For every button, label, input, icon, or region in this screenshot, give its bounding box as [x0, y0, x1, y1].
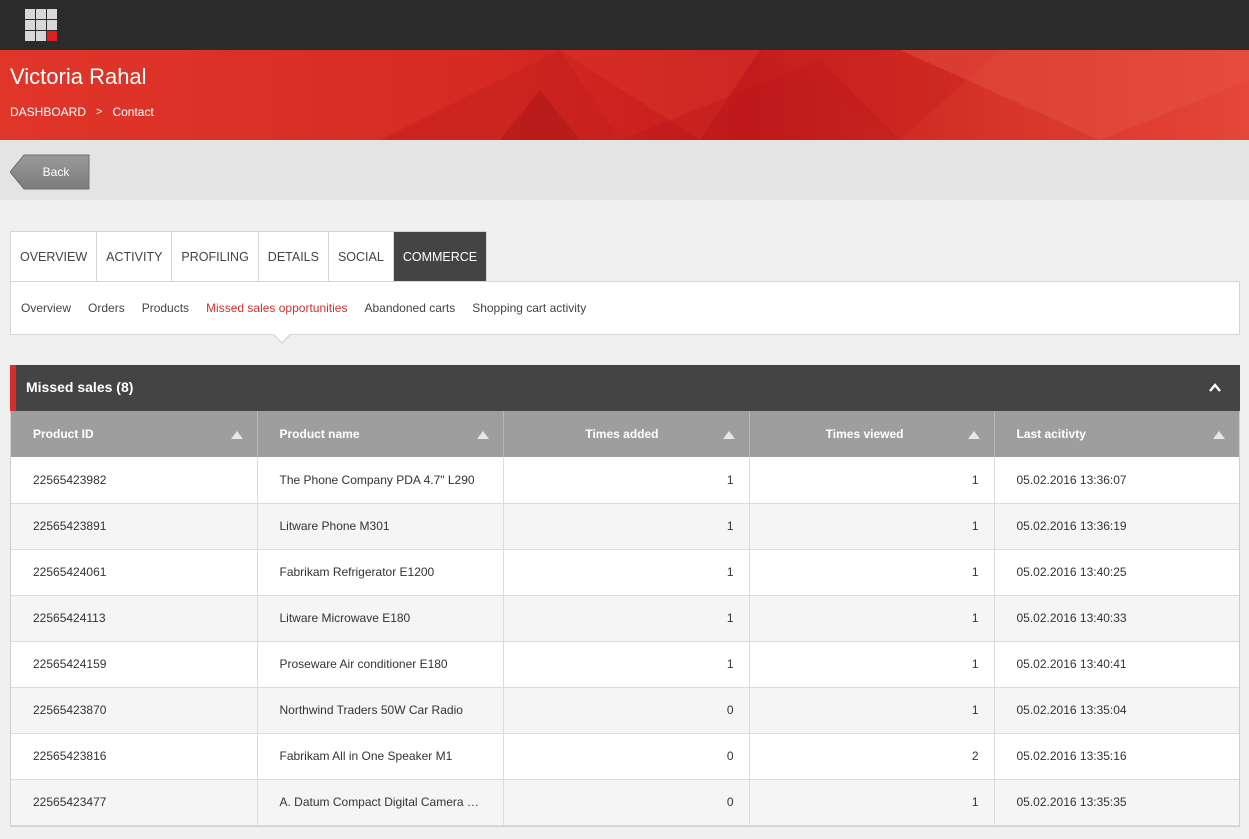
cell-product-id: 22565423477: [11, 779, 258, 826]
column-header-times-viewed[interactable]: Times viewed: [749, 411, 995, 457]
column-label: Times added: [585, 427, 659, 441]
cell-times-added: 0: [503, 733, 750, 780]
column-header-times-added[interactable]: Times added: [503, 411, 750, 457]
subnav-shopping-cart-activity[interactable]: Shopping cart activity: [472, 301, 586, 315]
cell-last-activity: 05.02.2016 13:36:07: [994, 457, 1239, 504]
cell-times-viewed: 2: [749, 733, 995, 780]
cell-product-name: A. Datum Compact Digital Camera M200: [257, 779, 504, 826]
table-row[interactable]: 22565423891 Litware Phone M301 1 1 05.02…: [11, 503, 1239, 550]
cell-product-id: 22565423982: [11, 457, 258, 504]
sort-ascending-icon[interactable]: [230, 431, 243, 439]
missed-sales-panel-header[interactable]: Missed sales (8): [10, 365, 1240, 411]
table-header-row: Product ID Product name Times added Time…: [11, 411, 1239, 457]
cell-product-name: Litware Phone M301: [257, 503, 504, 550]
cell-times-viewed: 1: [749, 779, 995, 826]
column-header-product-id[interactable]: Product ID: [11, 411, 258, 457]
cell-product-name: Proseware Air conditioner E180: [257, 641, 504, 688]
cell-times-added: 1: [503, 641, 750, 688]
tab-activity[interactable]: ACTIVITY: [97, 232, 173, 281]
back-button-label: Back: [42, 165, 70, 179]
contact-name: Victoria Rahal: [10, 64, 147, 89]
toolbar: Back: [0, 140, 1249, 200]
column-header-product-name[interactable]: Product name: [257, 411, 504, 457]
sort-ascending-icon[interactable]: [476, 431, 489, 439]
cell-product-name: The Phone Company PDA 4.7" L290: [257, 457, 504, 504]
sort-ascending-icon[interactable]: [722, 431, 735, 439]
column-label: Product ID: [33, 427, 94, 441]
cell-product-name: Fabrikam All in One Speaker M1: [257, 733, 504, 780]
cell-times-added: 1: [503, 549, 750, 596]
cell-last-activity: 05.02.2016 13:35:16: [994, 733, 1239, 780]
cell-times-added: 0: [503, 779, 750, 826]
cell-times-viewed: 1: [749, 503, 995, 550]
cell-product-id: 22565423870: [11, 687, 258, 734]
cell-product-id: 22565423891: [11, 503, 258, 550]
breadcrumb-dashboard[interactable]: DASHBOARD: [10, 105, 86, 119]
back-button[interactable]: Back: [10, 154, 90, 190]
cell-last-activity: 05.02.2016 13:35:35: [994, 779, 1239, 826]
cell-last-activity: 05.02.2016 13:35:04: [994, 687, 1239, 734]
table-row[interactable]: 22565423870 Northwind Traders 50W Car Ra…: [11, 687, 1239, 734]
table-row[interactable]: 22565424061 Fabrikam Refrigerator E1200 …: [11, 549, 1239, 596]
tab-bar: OVERVIEW ACTIVITY PROFILING DETAILS SOCI…: [10, 231, 488, 281]
subnav-pointer-icon: [272, 333, 292, 344]
subnav-missed-sales[interactable]: Missed sales opportunities: [206, 301, 347, 315]
cell-times-viewed: 1: [749, 457, 995, 504]
cell-product-id: 22565424159: [11, 641, 258, 688]
missed-sales-table: Product ID Product name Times added Time…: [11, 411, 1239, 826]
cell-last-activity: 05.02.2016 13:40:25: [994, 549, 1239, 596]
panel-title: Missed sales (8): [26, 379, 134, 395]
cell-times-viewed: 1: [749, 595, 995, 642]
app-grid-icon[interactable]: [25, 9, 57, 41]
tab-commerce[interactable]: COMMERCE: [393, 232, 487, 281]
cell-last-activity: 05.02.2016 13:40:41: [994, 641, 1239, 688]
sort-ascending-icon[interactable]: [967, 431, 980, 439]
subnav-overview[interactable]: Overview: [21, 301, 71, 315]
cell-product-id: 22565424113: [11, 595, 258, 642]
sort-ascending-icon[interactable]: [1213, 431, 1225, 439]
chevron-up-icon[interactable]: [1208, 381, 1222, 395]
cell-last-activity: 05.02.2016 13:40:33: [994, 595, 1239, 642]
subnav-orders[interactable]: Orders: [88, 301, 125, 315]
cell-product-id: 22565423816: [11, 733, 258, 780]
breadcrumb: DASHBOARD > Contact: [10, 105, 154, 119]
cell-times-added: 1: [503, 595, 750, 642]
tab-details[interactable]: DETAILS: [259, 232, 329, 281]
subnav-abandoned-carts[interactable]: Abandoned carts: [364, 301, 455, 315]
commerce-subnav: Overview Orders Products Missed sales op…: [10, 281, 1240, 344]
cell-times-viewed: 1: [749, 641, 995, 688]
column-label: Last acitivty: [1016, 427, 1086, 441]
cell-product-id: 22565424061: [11, 549, 258, 596]
cell-product-name: Northwind Traders 50W Car Radio: [257, 687, 504, 734]
tab-overview[interactable]: OVERVIEW: [11, 232, 98, 281]
table-row[interactable]: 22565424159 Proseware Air conditioner E1…: [11, 641, 1239, 688]
column-label: Times viewed: [825, 427, 904, 441]
cell-times-added: 1: [503, 457, 750, 504]
cell-times-viewed: 1: [749, 549, 995, 596]
cell-product-name: Litware Microwave E180: [257, 595, 504, 642]
cell-times-added: 1: [503, 503, 750, 550]
cell-product-name: Fabrikam Refrigerator E1200: [257, 549, 504, 596]
tab-profiling[interactable]: PROFILING: [172, 232, 259, 281]
breadcrumb-current: Contact: [112, 105, 154, 119]
banner-pattern: [380, 50, 1249, 140]
breadcrumb-separator-icon: >: [96, 106, 103, 118]
tab-social[interactable]: SOCIAL: [329, 232, 394, 281]
table-row[interactable]: 22565423982 The Phone Company PDA 4.7" L…: [11, 457, 1239, 504]
column-header-last-activity[interactable]: Last acitivty: [994, 411, 1239, 457]
table-row[interactable]: 22565424113 Litware Microwave E180 1 1 0…: [11, 595, 1239, 642]
table-row[interactable]: 22565423477 A. Datum Compact Digital Cam…: [11, 779, 1239, 826]
top-bar: [0, 0, 1249, 50]
table-row[interactable]: 22565423816 Fabrikam All in One Speaker …: [11, 733, 1239, 780]
cell-last-activity: 05.02.2016 13:36:19: [994, 503, 1239, 550]
contact-banner: Victoria Rahal DASHBOARD > Contact: [0, 50, 1249, 140]
subnav-products[interactable]: Products: [142, 301, 189, 315]
column-label: Product name: [279, 427, 360, 441]
cell-times-viewed: 1: [749, 687, 995, 734]
cell-times-added: 0: [503, 687, 750, 734]
